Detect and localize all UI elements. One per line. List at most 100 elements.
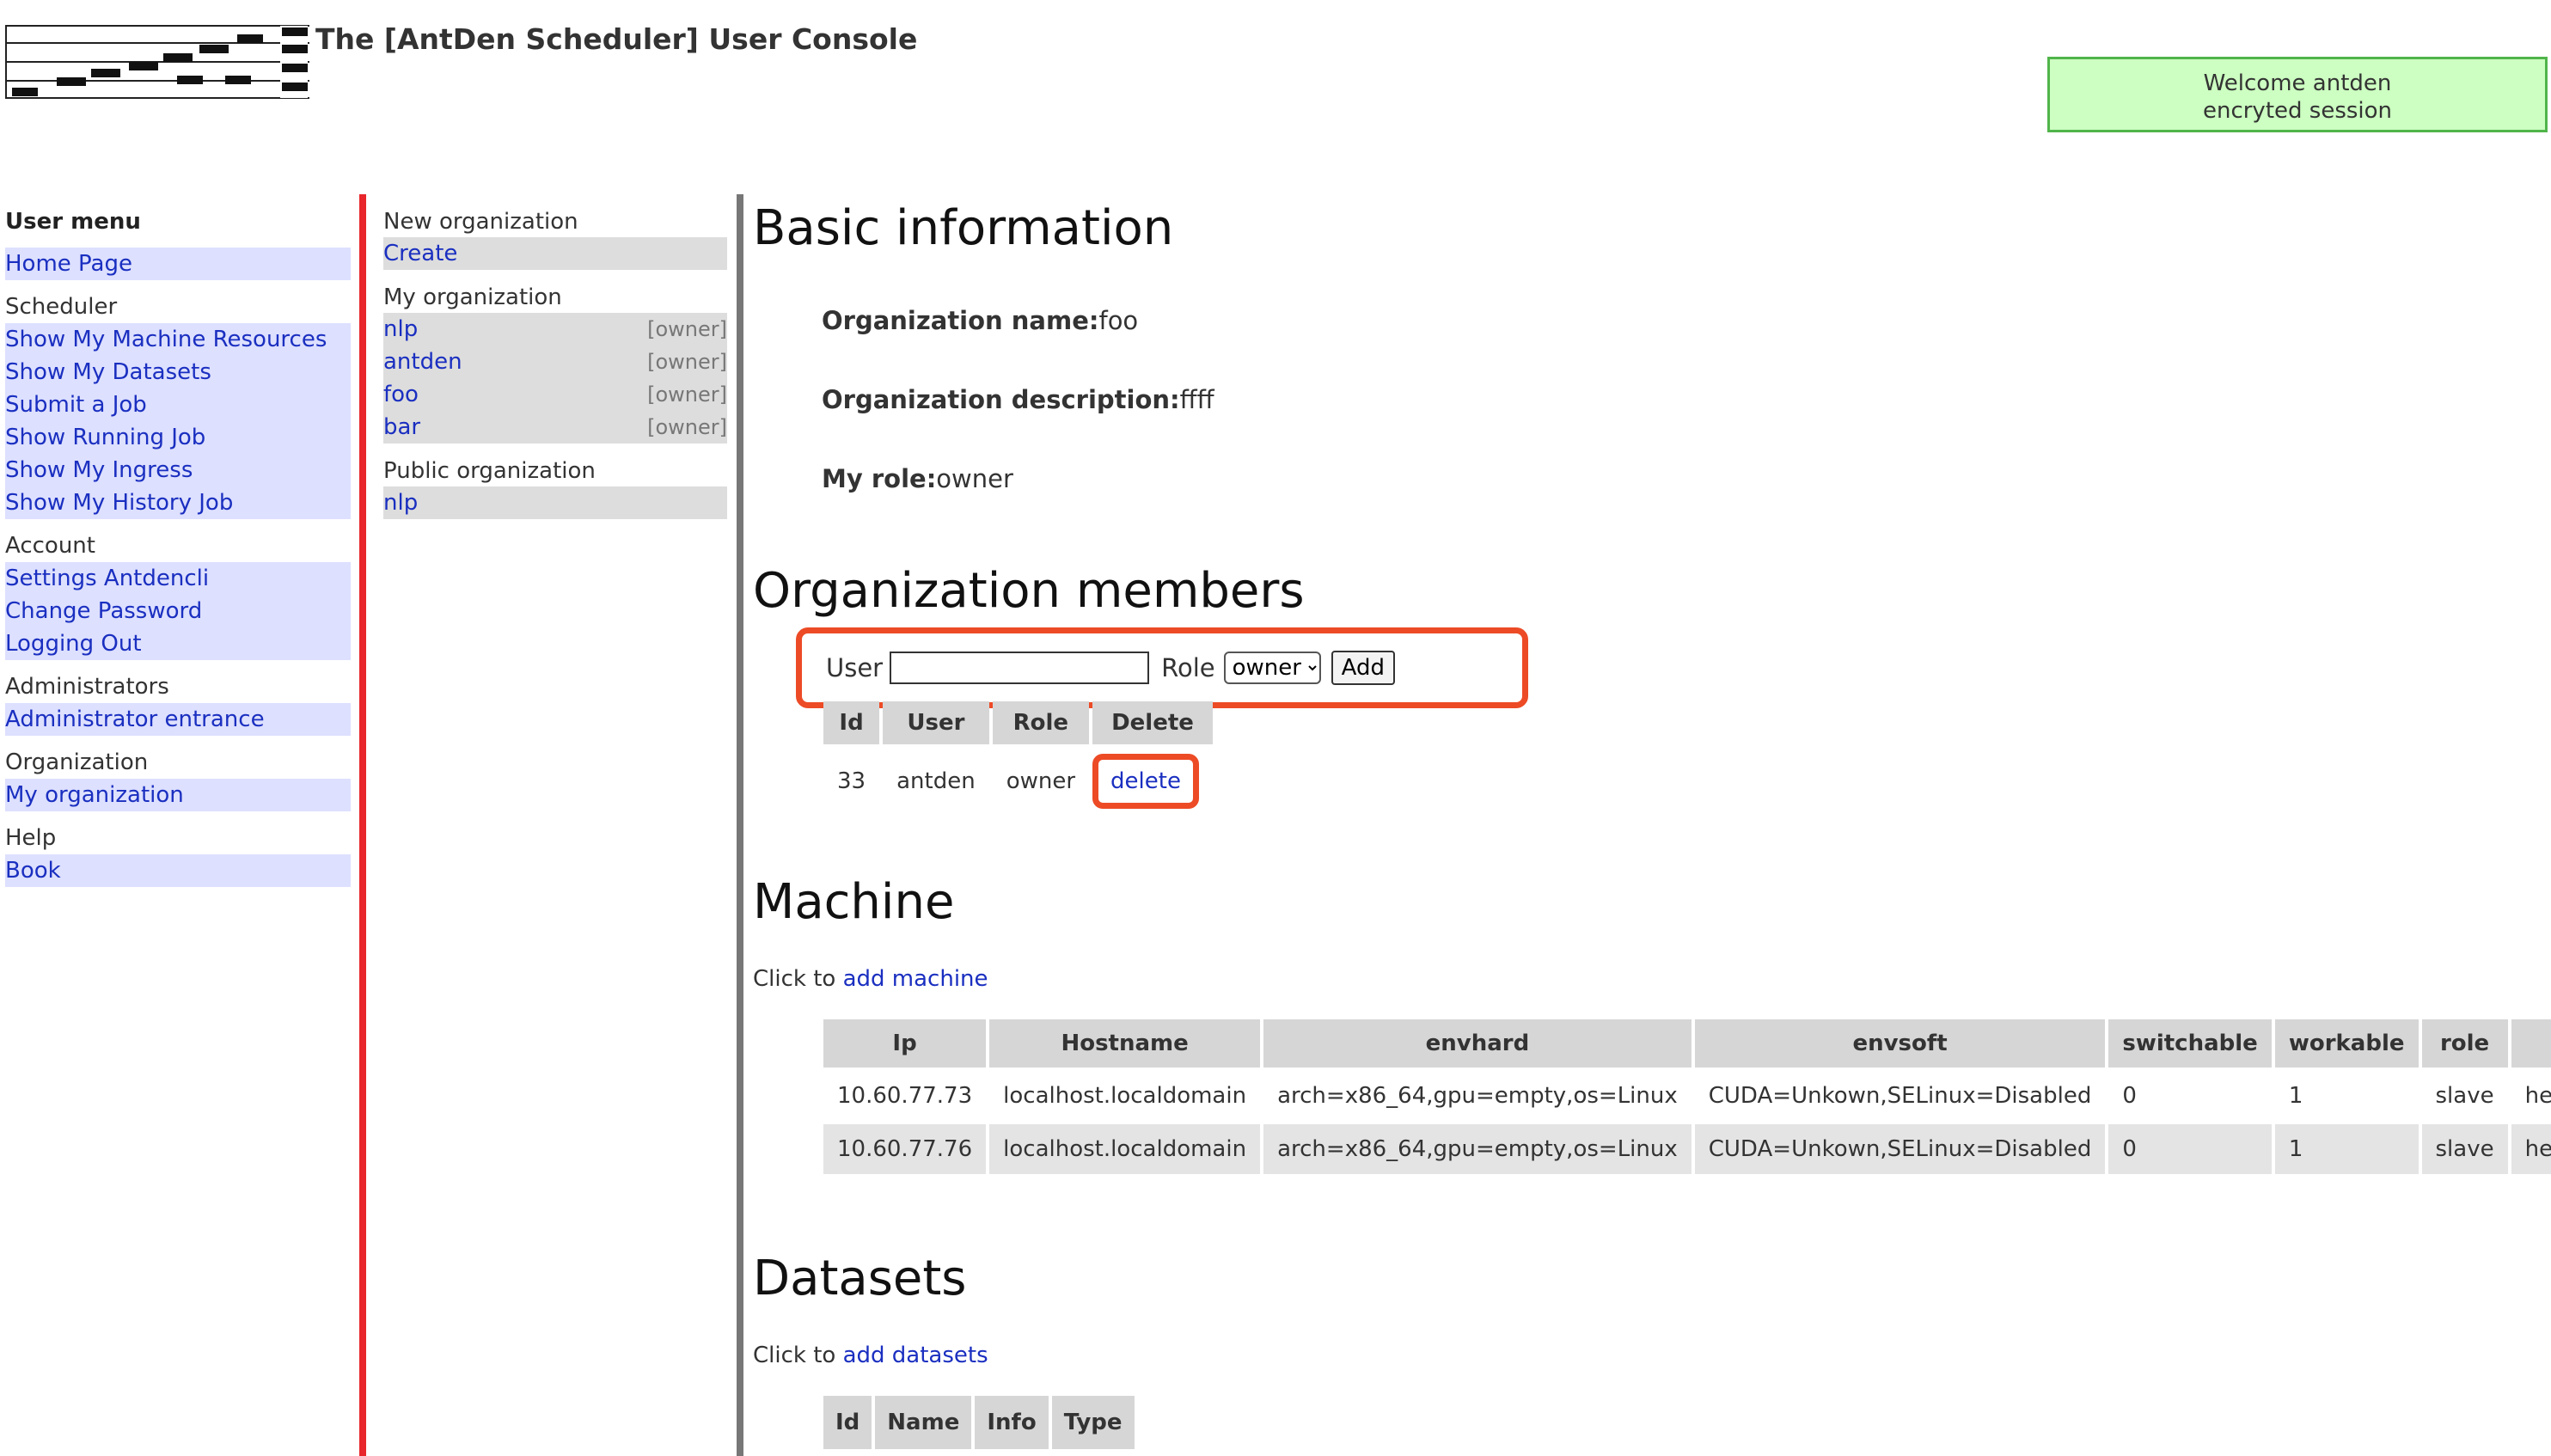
menu-link-submit-job[interactable]: Submit a Job [5,388,351,421]
machine-envhard: arch=x86_64,gpu=empty,os=Linux [1277,1083,1678,1109]
machine-header-row: Ip Hostname envhard envsoft switchable w… [823,1019,2551,1068]
my-org-group: nlp [owner] antden [owner] foo [owner] b… [383,313,727,444]
machine-switchable: 0 [2122,1083,2137,1109]
create-org-link[interactable]: Create [383,237,457,270]
menu-link-ingress[interactable]: Show My Ingress [5,454,351,486]
members-table: Id User Role Delete 33 antden owner dele… [820,698,1216,818]
member-id: 33 [837,768,866,794]
org-name-value: foo [1098,306,1139,335]
user-input[interactable] [890,652,1150,684]
page: The [AntDen Scheduler] User Console Welc… [0,0,2551,1456]
machine-ip: 10.60.77.73 [837,1083,973,1109]
menu-section-organization: Organization [5,749,149,775]
my-role-value: owner [936,464,1013,493]
org-row: antden [owner] [383,346,727,378]
org-role-tag: [owner] [647,382,727,407]
add-machine-link[interactable]: add machine [843,966,988,992]
public-org-heading: Public organization [383,458,596,484]
public-org-group: nlp [383,486,727,519]
scheduler-group: Show My Machine Resources Show My Datase… [5,323,351,519]
org-link-nlp[interactable]: nlp [383,313,418,346]
add-member-form: User Role owner Add [796,627,1528,708]
menu-link-home-page[interactable]: Home Page [5,248,351,280]
org-role-tag: [owner] [647,415,727,439]
delete-highlight-box: delete [1092,754,1199,809]
member-user: antden [896,768,976,794]
menu-link-book[interactable]: Book [5,854,351,887]
org-desc-line: Organization description:ffff [822,385,1214,414]
members-header-row: Id User Role Delete [823,701,1213,744]
account-group: Settings Antdencli Change Password Loggi… [5,562,351,660]
add-member-button[interactable]: Add [1331,651,1395,685]
menu-link-running-job[interactable]: Show Running Job [5,421,351,454]
col-header-name: Name [875,1396,972,1449]
col-header-type: Type [1051,1396,1135,1449]
table-row: 10.60.77.73 localhost.localdomain arch=x… [823,1071,2551,1121]
col-header-ip: Ip [823,1019,987,1068]
table-row: 10.60.77.76 localhost.localdomain arch=x… [823,1124,2551,1174]
menu-section-scheduler: Scheduler [5,294,118,320]
menu-link-admin-entrance[interactable]: Administrator entrance [5,703,351,736]
public-org-link-nlp[interactable]: nlp [383,486,418,519]
org-row: nlp [383,486,727,519]
org-link-antden[interactable]: antden [383,346,462,378]
menu-link-settings-antdencli[interactable]: Settings Antdencli [5,562,351,595]
org-name-label: Organization name: [822,306,1099,335]
col-header-role: role [2421,1019,2508,1068]
col-header-switchable: switchable [2108,1019,2272,1068]
org-link-bar[interactable]: bar [383,411,420,444]
col-header-mon: mon [2511,1019,2551,1068]
col-header-role: Role [992,701,1090,744]
menu-link-history-job[interactable]: Show My History Job [5,486,351,519]
machine-heading: Machine [753,874,955,930]
session-text: encryted session [2202,98,2393,124]
role-field-label: Role [1161,653,1215,682]
machine-hostname: localhost.localdomain [1003,1083,1247,1109]
member-delete-cell: delete [1092,748,1213,815]
add-datasets-link[interactable]: add datasets [843,1343,988,1368]
org-row: bar [owner] [383,411,727,444]
col-header-id: Id [823,1396,872,1449]
org-row: foo [owner] [383,378,727,411]
add-machine-line: Click to add machine [753,966,988,992]
machine-mon: health=0 [2511,1124,2551,1174]
logo-icon [5,24,309,100]
col-header-info: Info [975,1396,1049,1449]
machine-envsoft: CUDA=Unkown,SELinux=Disabled [1708,1083,2092,1109]
left-divider [359,194,366,1456]
org-link-foo[interactable]: foo [383,378,419,411]
user-menu-heading: User menu [5,209,141,235]
org-role-tag: [owner] [647,350,727,374]
machine-workable: 1 [2288,1083,2303,1109]
menu-link-my-organization[interactable]: My organization [5,779,351,811]
machine-envsoft: CUDA=Unkown,SELinux=Disabled [1694,1124,2106,1174]
machine-envhard: arch=x86_64,gpu=empty,os=Linux [1263,1124,1691,1174]
datasets-header-row: Id Name Info Type [823,1396,1135,1449]
col-header-hostname: Hostname [989,1019,1261,1068]
menu-link-machine-resources[interactable]: Show My Machine Resources [5,323,351,356]
home-group: Home Page [5,248,351,280]
col-header-user: User [883,701,989,744]
menu-section-administrators: Administrators [5,674,169,700]
col-header-delete: Delete [1092,701,1213,744]
right-divider [737,194,743,1456]
menu-section-help: Help [5,825,57,851]
role-select[interactable]: owner [1223,652,1321,684]
menu-link-datasets[interactable]: Show My Datasets [5,356,351,388]
machine-mon: health=1 [2524,1083,2551,1109]
my-org-heading: My organization [383,284,562,310]
add-datasets-prefix: Click to [753,1343,843,1368]
org-desc-label: Organization description: [822,385,1180,414]
new-org-heading: New organization [383,209,578,235]
menu-link-logging-out[interactable]: Logging Out [5,627,351,660]
menu-link-change-password[interactable]: Change Password [5,595,351,627]
col-header-envsoft: envsoft [1694,1019,2106,1068]
my-role-line: My role:owner [822,464,1013,493]
org-desc-value: ffff [1179,385,1214,414]
basic-info-heading: Basic information [753,200,1174,256]
machine-switchable: 0 [2108,1124,2272,1174]
datasets-table: Id Name Info Type [820,1392,1138,1453]
machine-workable: 1 [2274,1124,2419,1174]
delete-member-link[interactable]: delete [1110,768,1181,794]
org-role-tag: [owner] [647,317,727,341]
